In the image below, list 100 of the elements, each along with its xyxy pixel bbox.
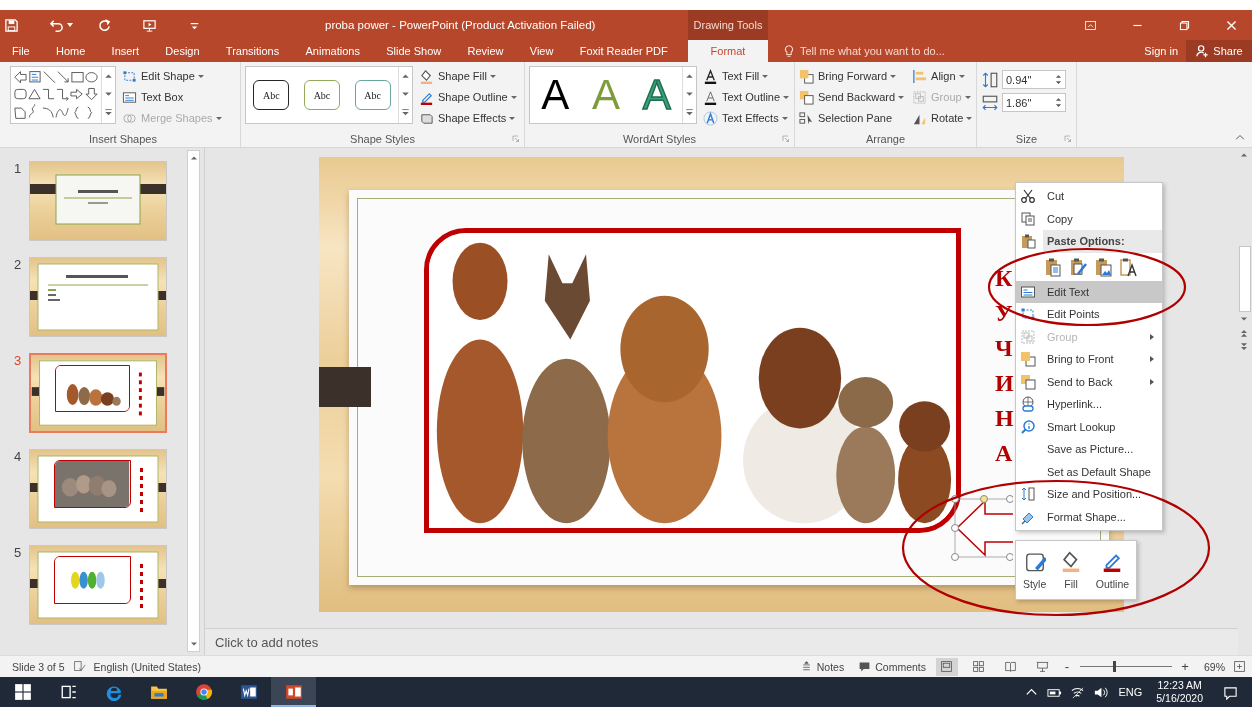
ribbon-tab[interactable]: Transitions <box>219 40 286 62</box>
selected-arrow-drawing[interactable] <box>951 495 1013 561</box>
tell-me-search[interactable]: Tell me what you want to do... <box>782 40 945 62</box>
comments-button[interactable]: Comments <box>858 660 926 673</box>
ribbon-display-icon[interactable] <box>1084 18 1097 32</box>
menu-item[interactable]: Edit Text <box>1016 280 1162 303</box>
paste-picture-icon <box>1094 256 1114 277</box>
slide-thumbnail[interactable] <box>29 545 167 625</box>
mini-toolbar-button[interactable]: Outline <box>1095 550 1130 590</box>
menu-item[interactable]: Send to Back <box>1016 370 1162 393</box>
width-icon <box>981 93 999 112</box>
sign-in-link[interactable]: Sign in <box>1144 40 1178 62</box>
comment-icon <box>858 660 872 673</box>
notifications-icon[interactable] <box>1223 684 1238 700</box>
wordart-gallery[interactable]: A A A <box>529 66 697 124</box>
close-icon[interactable] <box>1225 18 1238 32</box>
ribbon-tab[interactable]: Insert <box>105 40 146 62</box>
bring-forward-icon <box>799 68 814 84</box>
zoom-out-button[interactable]: - <box>1062 659 1072 674</box>
vertical-title-drawing <box>140 468 143 512</box>
ribbon-tab[interactable]: Format <box>687 40 768 62</box>
view-button[interactable] <box>936 657 958 676</box>
ribbon-tab[interactable]: View <box>523 40 560 62</box>
zoom-level[interactable]: 69% <box>1204 660 1225 673</box>
ribbon-command[interactable]: Shape Fill <box>419 66 517 86</box>
ribbon-command[interactable]: Bring Forward <box>799 66 905 86</box>
ribbon-tab[interactable]: File <box>6 40 36 62</box>
edit-points-icon <box>122 68 137 84</box>
ribbon-tab[interactable]: Design <box>159 40 206 62</box>
ribbon-tab[interactable]: Animations <box>299 40 366 62</box>
menu-item[interactable]: Hyperlink... <box>1016 393 1162 416</box>
wordart-preset[interactable]: A <box>541 70 570 120</box>
size-field[interactable]: 0.94" <box>1002 70 1066 89</box>
save-icon[interactable] <box>4 17 19 33</box>
slide-number: 3 <box>13 353 23 368</box>
taskbar-app[interactable] <box>271 677 316 707</box>
clock-time[interactable]: 12:23 AM <box>1157 679 1202 692</box>
menu-item[interactable]: Copy <box>1016 207 1162 230</box>
ribbon-command[interactable]: Shape Effects <box>419 108 517 128</box>
ribbon-tab[interactable]: Review <box>461 40 510 62</box>
menu-item[interactable]: Bring to Front <box>1016 348 1162 371</box>
slide-thumbnail[interactable] <box>29 161 167 241</box>
mini-toolbar-button[interactable]: Fill <box>1060 550 1082 590</box>
send-backward-icon <box>799 89 814 105</box>
vertical-title-drawing <box>138 372 142 416</box>
slider-thumb[interactable] <box>1113 661 1116 672</box>
scissors-icon <box>1020 188 1036 205</box>
menu-item[interactable]: Save as Picture... <box>1016 438 1162 461</box>
menu-item[interactable]: Set as Default Shape <box>1016 460 1162 483</box>
scroll-thumb[interactable] <box>1239 246 1251 312</box>
mini-toolbar-button[interactable]: Style <box>1022 550 1047 590</box>
slide-number: 4 <box>13 449 23 464</box>
notes-placeholder[interactable]: Click to add notes <box>215 634 319 650</box>
menu-item[interactable]: Edit Points <box>1016 303 1162 326</box>
style-preset[interactable]: Abc <box>304 80 340 110</box>
share-button[interactable]: Share <box>1186 40 1252 62</box>
slide-thumbnail[interactable] <box>29 353 167 433</box>
slide-thumbnail[interactable] <box>29 449 167 529</box>
spinner-icon[interactable] <box>1055 96 1062 109</box>
ribbon-command[interactable]: Selection Pane <box>799 108 905 128</box>
ribbon-tab[interactable]: Home <box>50 40 92 62</box>
caret-icon[interactable] <box>67 23 73 27</box>
ribbon-command[interactable]: Text Fill <box>703 66 790 86</box>
ribbon-tab[interactable]: Foxit Reader PDF <box>573 40 674 62</box>
presentation-app-icon <box>284 683 303 701</box>
ribbon-command[interactable]: Edit Shape <box>122 66 222 86</box>
zoom-in-button[interactable]: + <box>1180 659 1190 674</box>
spell-check-icon[interactable] <box>72 660 86 673</box>
ribbon-command[interactable]: Text Box <box>122 87 222 107</box>
person-add-icon <box>1195 44 1210 58</box>
selection-pane-icon <box>799 110 814 126</box>
clock-date[interactable]: 5/16/2020 <box>1156 692 1203 705</box>
ribbon-command[interactable]: Send Backward <box>799 87 905 107</box>
shapes-gallery[interactable] <box>10 66 116 124</box>
fit-slide-icon[interactable] <box>1233 660 1246 673</box>
ribbon-tab[interactable]: Slide Show <box>380 40 448 62</box>
spinner-icon[interactable] <box>1055 73 1062 86</box>
menu-item[interactable]: Smart Lookup <box>1016 415 1162 438</box>
shape-styles-gallery[interactable]: Abc Abc Abc <box>245 66 413 124</box>
presentation-icon[interactable] <box>142 17 157 33</box>
slide-thumbnail[interactable] <box>29 257 167 337</box>
ribbon-command[interactable]: Text Outline <box>703 87 790 107</box>
style-preset[interactable]: Abc <box>253 80 290 110</box>
ribbon-command[interactable]: Shape Outline <box>419 87 517 107</box>
ribbon-command[interactable]: Align <box>912 66 973 86</box>
language-status[interactable]: English (United States) <box>93 660 201 673</box>
input-language[interactable]: ENG <box>1118 686 1143 698</box>
menu-item[interactable]: Format Shape... <box>1016 505 1162 528</box>
menu-item[interactable]: Cut <box>1016 185 1162 208</box>
style-preset[interactable]: Abc <box>354 80 391 110</box>
notes-button[interactable]: Notes <box>799 660 845 673</box>
wordart-preset[interactable]: A <box>642 70 671 120</box>
paint-bucket-icon <box>419 68 434 84</box>
ribbon-command[interactable]: Text Effects <box>703 108 790 128</box>
size-field[interactable]: 1.86" <box>1002 93 1066 112</box>
speaker-icon[interactable] <box>1093 684 1109 700</box>
menu-item[interactable]: Size and Position... <box>1016 483 1162 506</box>
ribbon-command[interactable]: Rotate <box>912 108 973 128</box>
restore-icon[interactable] <box>1178 18 1191 32</box>
redo-icon[interactable] <box>97 17 112 33</box>
